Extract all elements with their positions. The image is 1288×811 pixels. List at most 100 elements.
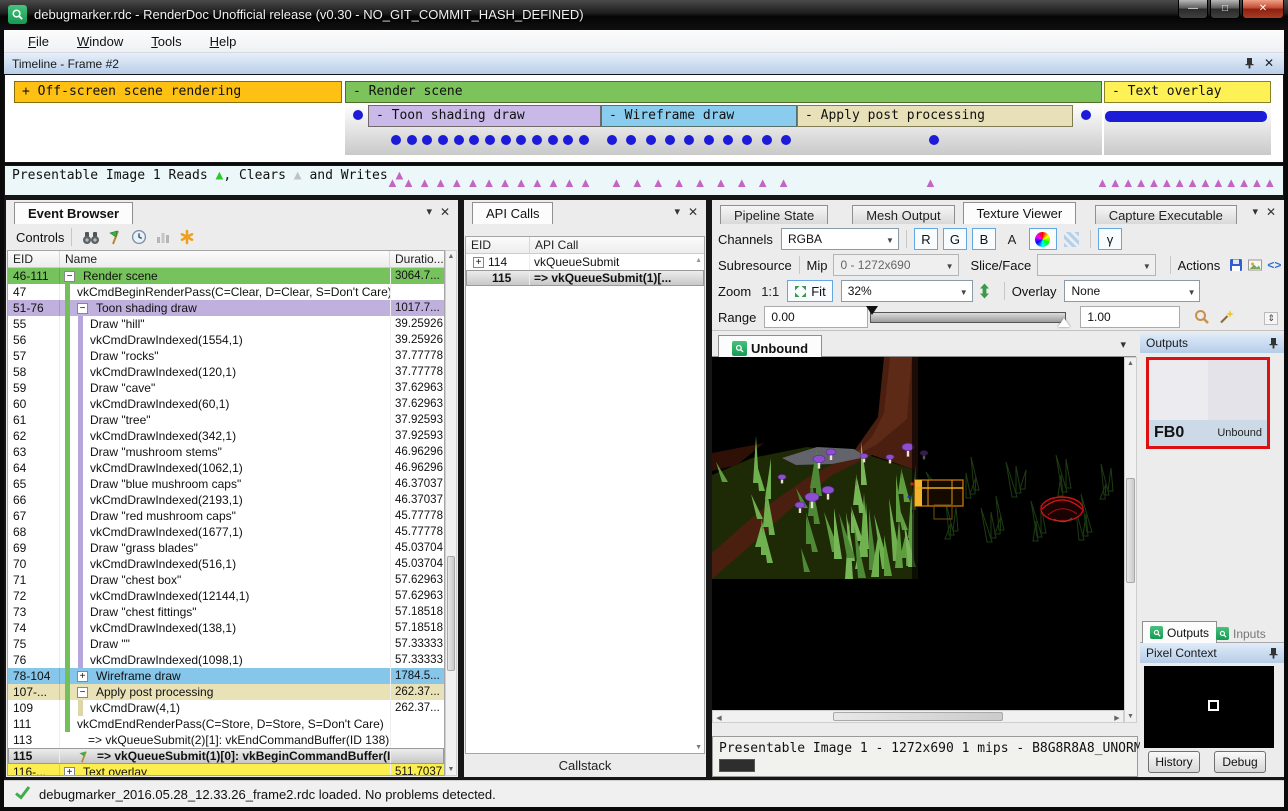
col-name[interactable]: Name [60, 251, 390, 267]
open-image-icon[interactable] [1246, 255, 1265, 275]
draw-event-dot[interactable] [742, 135, 752, 145]
postprocess-draw-dots[interactable] [929, 135, 939, 145]
timeline-bar-offscreen[interactable]: + Off-screen scene rendering [14, 81, 342, 103]
tab-pipeline-state[interactable]: Pipeline State [720, 205, 828, 224]
api-table-header[interactable]: EID API Call [466, 237, 704, 254]
find-icon[interactable] [79, 227, 103, 247]
draw-event-dot[interactable] [665, 135, 675, 145]
menu-item-window[interactable]: Window [67, 31, 133, 52]
gamma-button[interactable]: γ [1098, 228, 1122, 250]
draw-event-dot[interactable] [438, 135, 448, 145]
event-row-57[interactable]: 57Draw "rocks"37.77778 [8, 348, 444, 364]
save-icon[interactable] [1226, 255, 1245, 275]
draw-event-dot[interactable] [469, 135, 479, 145]
timeline-bar-postprocess[interactable]: - Apply post processing [797, 105, 1073, 127]
close-panel-icon[interactable]: ✕ [1264, 56, 1274, 70]
channel-a-button[interactable]: A [1001, 228, 1023, 250]
draw-event-dot[interactable] [723, 135, 733, 145]
scroll-up-icon[interactable]: ▲ [1125, 358, 1136, 369]
channel-b-button[interactable]: B [972, 228, 996, 250]
event-row-62[interactable]: 62vkCmdDrawIndexed(342,1)37.92593 [8, 428, 444, 444]
event-row-71[interactable]: 71Draw "chest box"57.62963 [8, 572, 444, 588]
tab-mesh-output[interactable]: Mesh Output [852, 205, 954, 224]
timeline-bar-render-scene[interactable]: - Render scene [345, 81, 1102, 103]
draw-event-dot[interactable] [626, 135, 636, 145]
draw-event-dot[interactable] [548, 135, 558, 145]
event-row-46-111[interactable]: 46-111−Render scene3064.7... [8, 268, 444, 284]
range-white-handle[interactable] [1058, 318, 1070, 327]
tab-texture-viewer[interactable]: Texture Viewer [963, 202, 1077, 224]
event-row-60[interactable]: 60vkCmdDrawIndexed(60,1)37.62963 [8, 396, 444, 412]
draw-event-dot[interactable] [391, 135, 401, 145]
event-table[interactable]: EID Name Duratio... 46-111−Render scene3… [7, 250, 445, 776]
zoom-range-icon[interactable] [1190, 307, 1214, 327]
event-row-68[interactable]: 68vkCmdDrawIndexed(1677,1)45.77778 [8, 524, 444, 540]
expand-toggle-icon[interactable]: − [77, 303, 88, 314]
scroll-down-icon[interactable]: ▼ [1125, 711, 1136, 722]
event-row-107-...[interactable]: 107-...−Apply post processing262.37... [8, 684, 444, 700]
event-row-58[interactable]: 58vkCmdDrawIndexed(120,1)37.77778 [8, 364, 444, 380]
event-browser-scrollbar[interactable]: ▲ ▼ [445, 250, 457, 776]
scrollbar-thumb[interactable] [447, 556, 455, 671]
channels-select[interactable]: RGBA▼ [781, 228, 899, 250]
draw-event-dot[interactable] [407, 135, 417, 145]
event-row-78-104[interactable]: 78-104+Wireframe draw1784.5... [8, 668, 444, 684]
pixel-context-header[interactable]: Pixel Context [1140, 643, 1284, 663]
range-max-input[interactable]: 1.00 [1080, 306, 1180, 328]
fb0-thumbnail[interactable]: FB0 Unbound [1146, 357, 1270, 449]
flip-vertical-icon[interactable] [973, 281, 997, 301]
draw-event-dot[interactable] [454, 135, 464, 145]
scroll-left-icon[interactable]: ◀ [715, 713, 723, 724]
tab-api-calls[interactable]: API Calls [472, 202, 553, 224]
scroll-up-icon[interactable]: ▲ [446, 251, 456, 262]
bookmark-flag-icon[interactable] [103, 227, 127, 247]
pixel-context-view[interactable] [1144, 666, 1274, 748]
scrollbar-thumb[interactable] [1126, 478, 1135, 583]
expand-toggle-icon[interactable]: + [77, 671, 88, 682]
timeline-bar-toon[interactable]: - Toon shading draw [368, 105, 601, 127]
timeline-marker-dot[interactable] [353, 110, 363, 120]
col-eid[interactable]: EID [8, 251, 60, 267]
title-bar[interactable]: debugmarker.rdc - RenderDoc Unofficial r… [0, 0, 1288, 30]
event-row-55[interactable]: 55Draw "hill"39.25926 [8, 316, 444, 332]
expand-toggle-icon[interactable]: − [64, 271, 75, 282]
tab-capture-executable[interactable]: Capture Executable [1095, 205, 1237, 224]
event-row-74[interactable]: 74vkCmdDrawIndexed(138,1)57.18518 [8, 620, 444, 636]
event-row-75[interactable]: 75Draw ""57.33333 [8, 636, 444, 652]
wireframe-draw-dots[interactable] [607, 135, 791, 145]
event-row-70[interactable]: 70vkCmdDrawIndexed(516,1)45.03704 [8, 556, 444, 572]
timeline-bar-wireframe[interactable]: - Wireframe draw [601, 105, 797, 127]
range-black-handle[interactable] [866, 306, 878, 315]
draw-event-dot[interactable] [781, 135, 791, 145]
draw-event-dot[interactable] [684, 135, 694, 145]
timeline-canvas[interactable]: + Off-screen scene rendering - Render sc… [4, 74, 1284, 163]
image-hscrollbar[interactable]: ◀ ▶ [712, 710, 1124, 723]
tab-unbound[interactable]: Unbound [718, 335, 822, 358]
event-row-72[interactable]: 72vkCmdDrawIndexed(12144,1)57.62963 [8, 588, 444, 604]
draw-event-dot[interactable] [532, 135, 542, 145]
range-min-input[interactable]: 0.00 [764, 306, 868, 328]
event-row-67[interactable]: 67Draw "red mushroom caps"45.77778 [8, 508, 444, 524]
event-row-56[interactable]: 56vkCmdDrawIndexed(1554,1)39.25926 [8, 332, 444, 348]
draw-event-dot[interactable] [501, 135, 511, 145]
event-row-69[interactable]: 69Draw "grass blades"45.03704 [8, 540, 444, 556]
event-row-47[interactable]: 47vkCmdBeginRenderPass(C=Clear, D=Clear,… [8, 284, 444, 300]
event-row-51-76[interactable]: 51-76−Toon shading draw1017.7... [8, 300, 444, 316]
close-icon[interactable]: ✕ [440, 207, 450, 218]
pin-icon[interactable] [1268, 337, 1278, 352]
event-row-113[interactable]: 113=> vkQueueSubmit(2)[1]: vkEndCommandB… [8, 732, 444, 748]
time-duration-icon[interactable] [127, 227, 151, 247]
event-row-109[interactable]: 109vkCmdDraw(4,1)262.37... [8, 700, 444, 716]
draw-event-dot[interactable] [607, 135, 617, 145]
event-row-61[interactable]: 61Draw "tree"37.92593 [8, 412, 444, 428]
event-row-116-...[interactable]: 116-...+Text overlay511.7037 [8, 764, 444, 776]
event-table-header[interactable]: EID Name Duratio... [8, 251, 444, 268]
event-row-76[interactable]: 76vkCmdDrawIndexed(1098,1)57.33333 [8, 652, 444, 668]
draw-event-dot[interactable] [485, 135, 495, 145]
close-icon[interactable]: ✕ [1266, 207, 1276, 218]
chevron-down-icon[interactable]: ▾ [426, 207, 432, 218]
mip-select[interactable]: 0 - 1272x690▼ [833, 254, 958, 276]
event-row-115[interactable]: 115=> vkQueueSubmit(1)[0]: vkBeginComman… [8, 748, 444, 764]
draw-event-dot[interactable] [929, 135, 939, 145]
highlight-asterisk-icon[interactable] [175, 227, 199, 247]
